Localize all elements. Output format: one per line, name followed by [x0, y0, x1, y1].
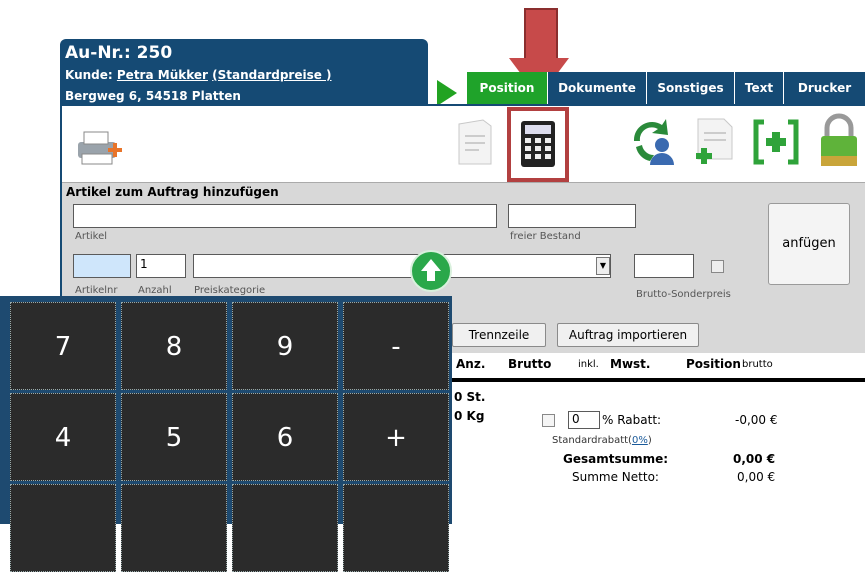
standard-rabatt: Standardrabatt(0%)	[552, 435, 652, 446]
bestand-input[interactable]	[508, 204, 636, 228]
col-mwst: Mwst.	[610, 357, 651, 371]
standard-rabatt-link[interactable]: 0%	[632, 435, 648, 446]
customer-address: Bergweg 6, 54518 Platten	[65, 89, 241, 103]
tab-text[interactable]: Text	[735, 72, 784, 104]
key-plus[interactable]: +	[343, 393, 449, 481]
customer-line: Kunde: Petra Mükker (Standardpreise )	[65, 68, 332, 82]
artikelnr-input[interactable]	[73, 254, 131, 278]
key-row3-3[interactable]	[232, 484, 338, 572]
col-inkl: inkl.	[578, 359, 599, 370]
col-anz: Anz.	[456, 357, 486, 371]
key-row3-1[interactable]	[10, 484, 116, 572]
customer-prefix: Kunde:	[65, 68, 117, 82]
order-header: Au-Nr.: 250 Kunde: Petra Mükker (Standar…	[60, 39, 428, 113]
col-position: Position	[686, 357, 741, 371]
add-position-icon[interactable]	[752, 118, 800, 166]
key-minus[interactable]: -	[343, 302, 449, 390]
rabatt-amount: -0,00 €	[735, 413, 778, 427]
key-row3-2[interactable]	[121, 484, 227, 572]
order-number: Au-Nr.: 250	[65, 43, 173, 63]
numeric-keypad: 7 8 9 - 4 5 6 +	[0, 296, 452, 572]
summe-netto-label: Summe Netto:	[572, 470, 659, 484]
col-position-sub: brutto	[742, 359, 773, 370]
gesamtsumme-label: Gesamtsumme:	[563, 452, 669, 466]
import-order-button[interactable]: Auftrag importieren	[557, 323, 699, 347]
rabatt-label: % Rabatt:	[602, 413, 662, 427]
lock-icon[interactable]	[815, 112, 863, 170]
key-9[interactable]: 9	[232, 302, 338, 390]
standard-rabatt-prefix: Standardrabatt(	[552, 435, 632, 446]
brutto-sonderpreis-label: Brutto-Sonderpreis	[636, 289, 731, 300]
key-row3-4[interactable]	[343, 484, 449, 572]
refresh-user-icon[interactable]	[628, 115, 676, 167]
summe-netto-value: 0,00 €	[737, 470, 776, 484]
customer-name-link[interactable]: Petra Mükker	[117, 68, 208, 82]
key-4[interactable]: 4	[10, 393, 116, 481]
brutto-sonderpreis-input[interactable]	[634, 254, 694, 278]
anzahl-label: Anzahl	[138, 285, 172, 296]
key-7[interactable]: 7	[10, 302, 116, 390]
preiskategorie-select[interactable]	[193, 254, 611, 278]
section-title: Artikel zum Auftrag hinzufügen	[66, 185, 279, 199]
trennzeile-button[interactable]: Trennzeile	[452, 323, 546, 347]
rabatt-checkbox[interactable]	[542, 414, 555, 427]
annotation-arrow-shaft	[524, 8, 558, 62]
gesamtsumme-value: 0,00 €	[733, 452, 776, 466]
chevron-down-icon[interactable]: ▼	[596, 257, 610, 275]
play-icon	[437, 80, 457, 106]
rabatt-input[interactable]: 0	[568, 411, 600, 429]
tab-sonstiges[interactable]: Sonstiges	[647, 72, 735, 104]
calculator-highlight-frame	[507, 107, 569, 182]
col-brutto: Brutto	[508, 357, 552, 371]
price-list-link[interactable]: (Standardpreise )	[212, 68, 331, 82]
arrow-up-icon[interactable]	[410, 250, 452, 292]
add-article-button[interactable]: anfügen	[768, 203, 850, 285]
artikel-input[interactable]	[73, 204, 497, 228]
total-stueck: 0 St.	[454, 390, 486, 404]
tab-drucker[interactable]: Drucker	[784, 72, 865, 104]
brutto-checkbox[interactable]	[711, 260, 724, 273]
tab-dokumente[interactable]: Dokumente	[548, 72, 647, 104]
bestand-label: freier Bestand	[510, 231, 581, 242]
artikel-label: Artikel	[75, 231, 108, 242]
key-8[interactable]: 8	[121, 302, 227, 390]
artikelnr-label: Artikelnr	[75, 285, 118, 296]
document-add-icon[interactable]	[692, 115, 738, 171]
key-5[interactable]: 5	[121, 393, 227, 481]
document-icon[interactable]	[455, 118, 495, 168]
key-6[interactable]: 6	[232, 393, 338, 481]
printer-icon[interactable]	[72, 128, 126, 168]
standard-rabatt-suffix: )	[647, 435, 652, 446]
positions-table-header: Anz. Brutto inkl. Mwst. Position brutto	[452, 352, 865, 382]
tab-positionen[interactable]: Position	[467, 72, 548, 104]
preiskategorie-label: Preiskategorie	[194, 285, 266, 296]
total-gewicht: 0 Kg	[454, 409, 485, 423]
anzahl-input[interactable]: 1	[136, 254, 186, 278]
